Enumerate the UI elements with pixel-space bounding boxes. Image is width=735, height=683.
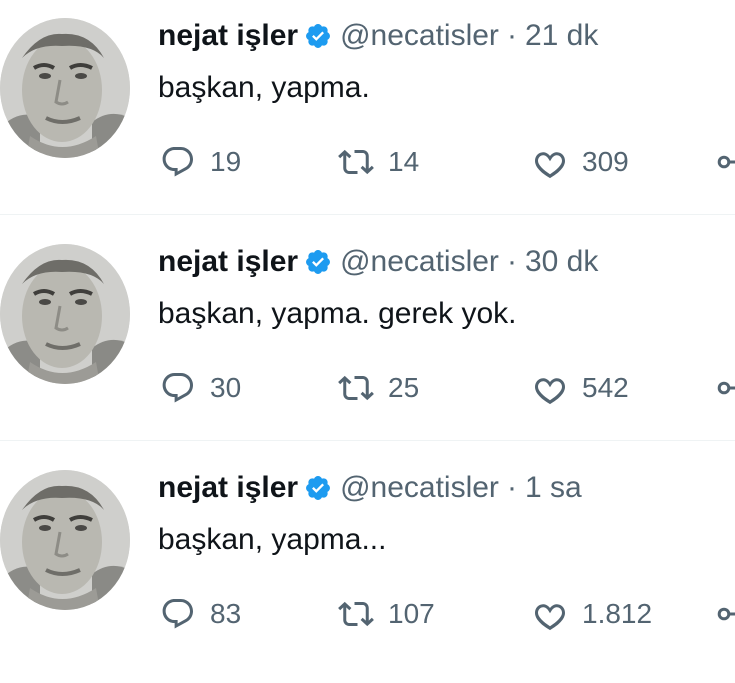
retweet-icon	[338, 601, 374, 627]
like-button[interactable]: 309	[532, 140, 629, 184]
reply-count: 19	[210, 146, 242, 177]
share-button[interactable]	[715, 366, 735, 410]
separator-dot: ·	[506, 245, 517, 278]
reply-button[interactable]: 19	[160, 140, 241, 184]
reply-icon	[162, 599, 193, 629]
reply-button[interactable]: 83	[160, 592, 241, 636]
retweet-button[interactable]: 107	[338, 592, 435, 636]
tweet-header: nejat işler @necatisler · 21 dk	[158, 14, 598, 58]
user-handle[interactable]: @necatisler	[340, 240, 499, 284]
retweet-button[interactable]: 25	[338, 366, 419, 410]
like-icon	[535, 378, 565, 405]
user-handle[interactable]: @necatisler	[340, 466, 499, 510]
separator-dot: ·	[506, 471, 517, 504]
avatar-photo	[0, 18, 130, 158]
like-button[interactable]: 1.812	[532, 592, 652, 636]
display-name[interactable]: nejat işler	[158, 14, 298, 58]
avatar[interactable]	[0, 18, 130, 158]
verified-badge-icon	[306, 250, 331, 274]
user-handle[interactable]: @necatisler	[340, 14, 499, 58]
action-bar: 19 14 309	[160, 140, 735, 184]
tweet[interactable]: nejat işler @necatisler · 1 sa başkan, y…	[0, 452, 735, 678]
retweet-button[interactable]: 14	[338, 140, 419, 184]
retweet-count: 14	[388, 146, 420, 177]
reply-count: 30	[210, 372, 242, 403]
timestamp[interactable]: 30 dk	[525, 240, 598, 284]
like-icon	[535, 152, 565, 179]
action-bar: 83 107 1.812	[160, 592, 735, 636]
retweet-count: 25	[388, 372, 420, 403]
avatar[interactable]	[0, 470, 130, 610]
like-icon	[535, 604, 565, 631]
display-name[interactable]: nejat işler	[158, 240, 298, 284]
reply-count: 83	[210, 598, 242, 629]
share-icon	[717, 381, 735, 395]
separator-dot: ·	[506, 19, 517, 52]
tweet-text: başkan, yapma.	[158, 71, 370, 104]
reply-icon	[162, 147, 193, 177]
like-count: 309	[582, 146, 629, 177]
timestamp[interactable]: 1 sa	[525, 466, 582, 510]
tweet[interactable]: nejat işler @necatisler · 30 dk başkan, …	[0, 226, 735, 452]
reply-button[interactable]: 30	[160, 366, 241, 410]
like-button[interactable]: 542	[532, 366, 629, 410]
tweet-header: nejat işler @necatisler · 30 dk	[158, 240, 598, 284]
verified-badge-icon	[306, 476, 331, 500]
share-button[interactable]	[715, 592, 735, 636]
retweet-icon	[338, 149, 374, 175]
avatar[interactable]	[0, 244, 130, 384]
verified-badge-icon	[306, 24, 331, 48]
share-icon	[717, 607, 735, 621]
reply-icon	[162, 373, 193, 403]
like-count: 1.812	[582, 598, 653, 629]
tweet-feed: nejat işler @necatisler · 21 dk başkan, …	[0, 0, 735, 683]
retweet-icon	[338, 375, 374, 401]
avatar-photo	[0, 470, 130, 610]
tweet-text: başkan, yapma...	[158, 523, 387, 556]
share-icon	[717, 155, 735, 169]
tweet-header: nejat işler @necatisler · 1 sa	[158, 466, 582, 510]
action-bar: 30 25 542	[160, 366, 735, 410]
tweet[interactable]: nejat işler @necatisler · 21 dk başkan, …	[0, 0, 735, 226]
like-count: 542	[582, 372, 629, 403]
share-button[interactable]	[715, 140, 735, 184]
timestamp[interactable]: 21 dk	[525, 14, 598, 58]
tweet-divider	[0, 214, 735, 215]
avatar-photo	[0, 244, 130, 384]
tweet-text: başkan, yapma. gerek yok.	[158, 297, 517, 330]
display-name[interactable]: nejat işler	[158, 466, 298, 510]
retweet-count: 107	[388, 598, 435, 629]
tweet-divider	[0, 440, 735, 441]
